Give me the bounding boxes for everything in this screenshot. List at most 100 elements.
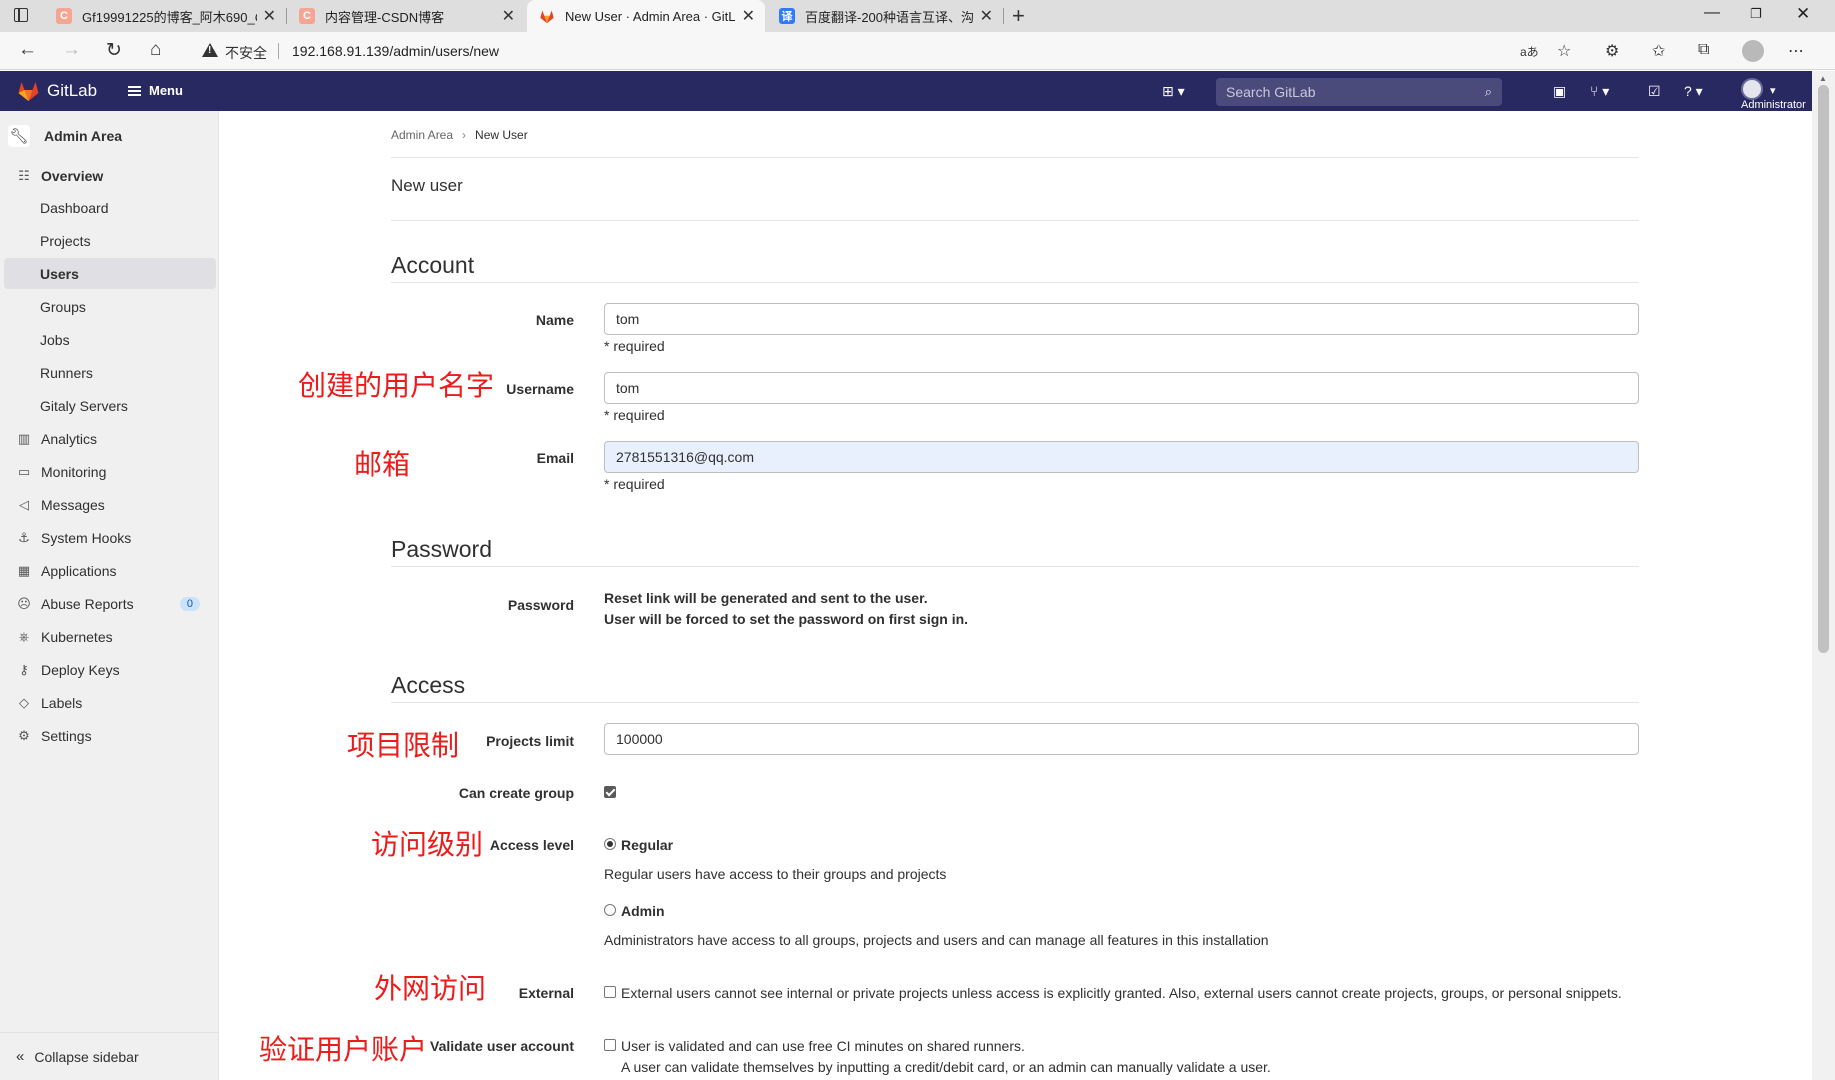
account-heading: Account [391,252,475,278]
forward-arrow-icon[interactable]: → [62,39,81,61]
page-title: New user [391,176,463,195]
restore-window-icon[interactable]: ❐ [1750,6,1762,22]
name-required-hint: * required [604,338,665,354]
refresh-icon[interactable]: ↻ [106,39,122,62]
close-window-icon[interactable]: ✕ [1796,4,1810,24]
password-label: Password [507,597,574,613]
warning-triangle-icon[interactable] [202,43,218,57]
favorites-icon[interactable]: ✩ [1652,41,1665,61]
name-input[interactable] [604,303,1639,335]
issues-icon[interactable]: ▣ [1553,83,1566,100]
page-scrollbar[interactable]: ▲ [1812,71,1835,1080]
browser-tab-4[interactable]: 译 百度翻译-200种语言互译、沟通全 ✕ [767,0,1003,32]
sidebar-item-settings[interactable]: ⚙ Settings [4,720,216,751]
close-tab-icon[interactable]: ✕ [502,6,515,26]
sidebar-item-gitaly-servers[interactable]: Gitaly Servers [4,390,216,421]
browser-profile-icon[interactable] [1742,40,1764,62]
browser-tab-3-active[interactable]: New User · Admin Area · GitLab ✕ [527,0,765,32]
email-input[interactable] [604,441,1639,473]
username-required-hint: * required [604,407,665,423]
sidebar-item-overview[interactable]: ☷ Overview [4,160,216,191]
can-create-group-checkbox[interactable] [604,786,616,798]
close-tab-icon[interactable]: ✕ [980,6,993,26]
url-text[interactable]: 192.168.91.139/admin/users/new [292,43,499,59]
chevron-down-icon[interactable]: ▾ [1770,84,1776,97]
divider [391,566,1639,567]
breadcrumb-current[interactable]: New User [475,128,528,142]
scrollbar-thumb[interactable] [1818,85,1829,653]
sidebar-item-jobs[interactable]: Jobs [4,324,216,355]
read-aloud-icon[interactable]: aあ [1520,43,1539,60]
user-avatar[interactable] [1741,78,1763,100]
search-input[interactable]: Search GitLab ⌕ [1216,78,1502,106]
sidebar-item-system-hooks[interactable]: ⚓︎ System Hooks [4,522,216,553]
sidebar-item-labels[interactable]: ◇ Labels [4,687,216,718]
chart-icon: ▥ [17,430,31,446]
projects-limit-input[interactable] [604,723,1639,755]
collapse-sidebar-button[interactable]: « Collapse sidebar [0,1032,218,1080]
access-level-regular-radio[interactable] [604,838,616,850]
gitlab-top-nav: GitLab Menu ⊞ ▾ Search GitLab ⌕ ▣ ⑂ ▾ ☑ … [0,71,1812,111]
password-heading: Password [391,536,492,562]
todos-icon[interactable]: ☑ [1648,83,1661,100]
divider [391,282,1639,283]
gitlab-fox-favicon-icon [539,8,555,24]
browser-tab-2[interactable]: C 内容管理-CSDN博客 ✕ [287,0,525,32]
not-secure-label[interactable]: 不安全 [225,43,267,63]
search-placeholder: Search GitLab [1226,84,1316,100]
scroll-up-arrow-icon[interactable]: ▲ [1819,74,1827,83]
sidebar-item-applications[interactable]: ▦ Applications [4,555,216,586]
divider [391,220,1639,221]
sidebar-item-runners[interactable]: Runners [4,357,216,388]
more-menu-icon[interactable]: ⋯ [1788,41,1804,61]
extensions-icon[interactable]: ⚙ [1605,41,1619,61]
collections-icon[interactable]: ⧉ [1698,41,1709,59]
menu-button[interactable]: Menu [128,83,183,98]
settings-icon: ⚙ [18,727,30,743]
new-dropdown-plus-icon[interactable]: ⊞ ▾ [1162,83,1185,100]
validate-user-checkbox[interactable] [604,1039,616,1051]
annotation-email: 邮箱 [354,448,411,481]
sidebar-item-monitoring[interactable]: ▭ Monitoring [4,456,216,487]
password-note-line2: User will be forced to set the password … [604,611,969,627]
username-input[interactable] [604,372,1639,404]
breadcrumb-admin-area-link[interactable]: Admin Area [391,128,453,142]
sidebar-item-abuse-reports[interactable]: ☹ Abuse Reports 0 [4,588,216,619]
sidebar-item-messages[interactable]: ◁ Messages [4,489,216,520]
merge-requests-icon[interactable]: ⑂ ▾ [1590,83,1609,100]
external-checkbox[interactable] [604,986,616,998]
help-icon[interactable]: ? ▾ [1684,83,1703,100]
close-tab-icon[interactable]: ✕ [742,6,755,26]
sidebar-item-kubernetes[interactable]: ⎈ Kubernetes [4,621,216,652]
validate-description-1: User is validated and can use free CI mi… [621,1038,1025,1054]
gitlab-logo-icon[interactable] [16,80,41,107]
user-label: Administrator [1741,99,1806,111]
abuse-icon: ☹ [17,595,31,611]
back-arrow-icon[interactable]: ← [18,39,37,61]
sidebar-item-users[interactable]: Users [4,258,216,289]
external-description: External users cannot see internal or pr… [621,985,1622,1001]
gitlab-brand[interactable]: GitLab [47,81,97,101]
favorite-add-icon[interactable]: ☆ [1557,41,1571,61]
double-chevron-left-icon: « [16,1048,25,1065]
new-tab-plus-icon[interactable]: + [1012,3,1025,29]
csdn-favicon-icon: C [56,8,72,24]
sidebar-item-projects[interactable]: Projects [4,225,216,256]
sidebar-item-deploy-keys[interactable]: ⚷ Deploy Keys [4,654,216,685]
sidebar-item-groups[interactable]: Groups [4,291,216,322]
label-icon: ◇ [19,694,29,710]
sidebar-item-analytics[interactable]: ▥ Analytics [4,423,216,454]
home-icon[interactable]: ⌂ [150,39,161,61]
close-tab-icon[interactable]: ✕ [263,6,276,26]
hook-icon: ⚓︎ [18,529,30,545]
browser-tab-1[interactable]: C Gf19991225的博客_阿木690_CSD ✕ [44,0,286,32]
minimize-icon[interactable]: — [1704,4,1720,22]
regular-description: Regular users have access to their group… [604,866,947,882]
tab-actions-icon[interactable] [14,8,28,22]
kubernetes-icon: ⎈ [18,628,30,644]
regular-option-label[interactable]: Regular [621,837,673,853]
sidebar-item-dashboard[interactable]: Dashboard [4,192,216,223]
sidebar-header-admin-area[interactable]: 🔧︎ Admin Area [8,121,215,151]
access-level-admin-radio[interactable] [604,904,616,916]
admin-option-label[interactable]: Admin [621,903,665,919]
